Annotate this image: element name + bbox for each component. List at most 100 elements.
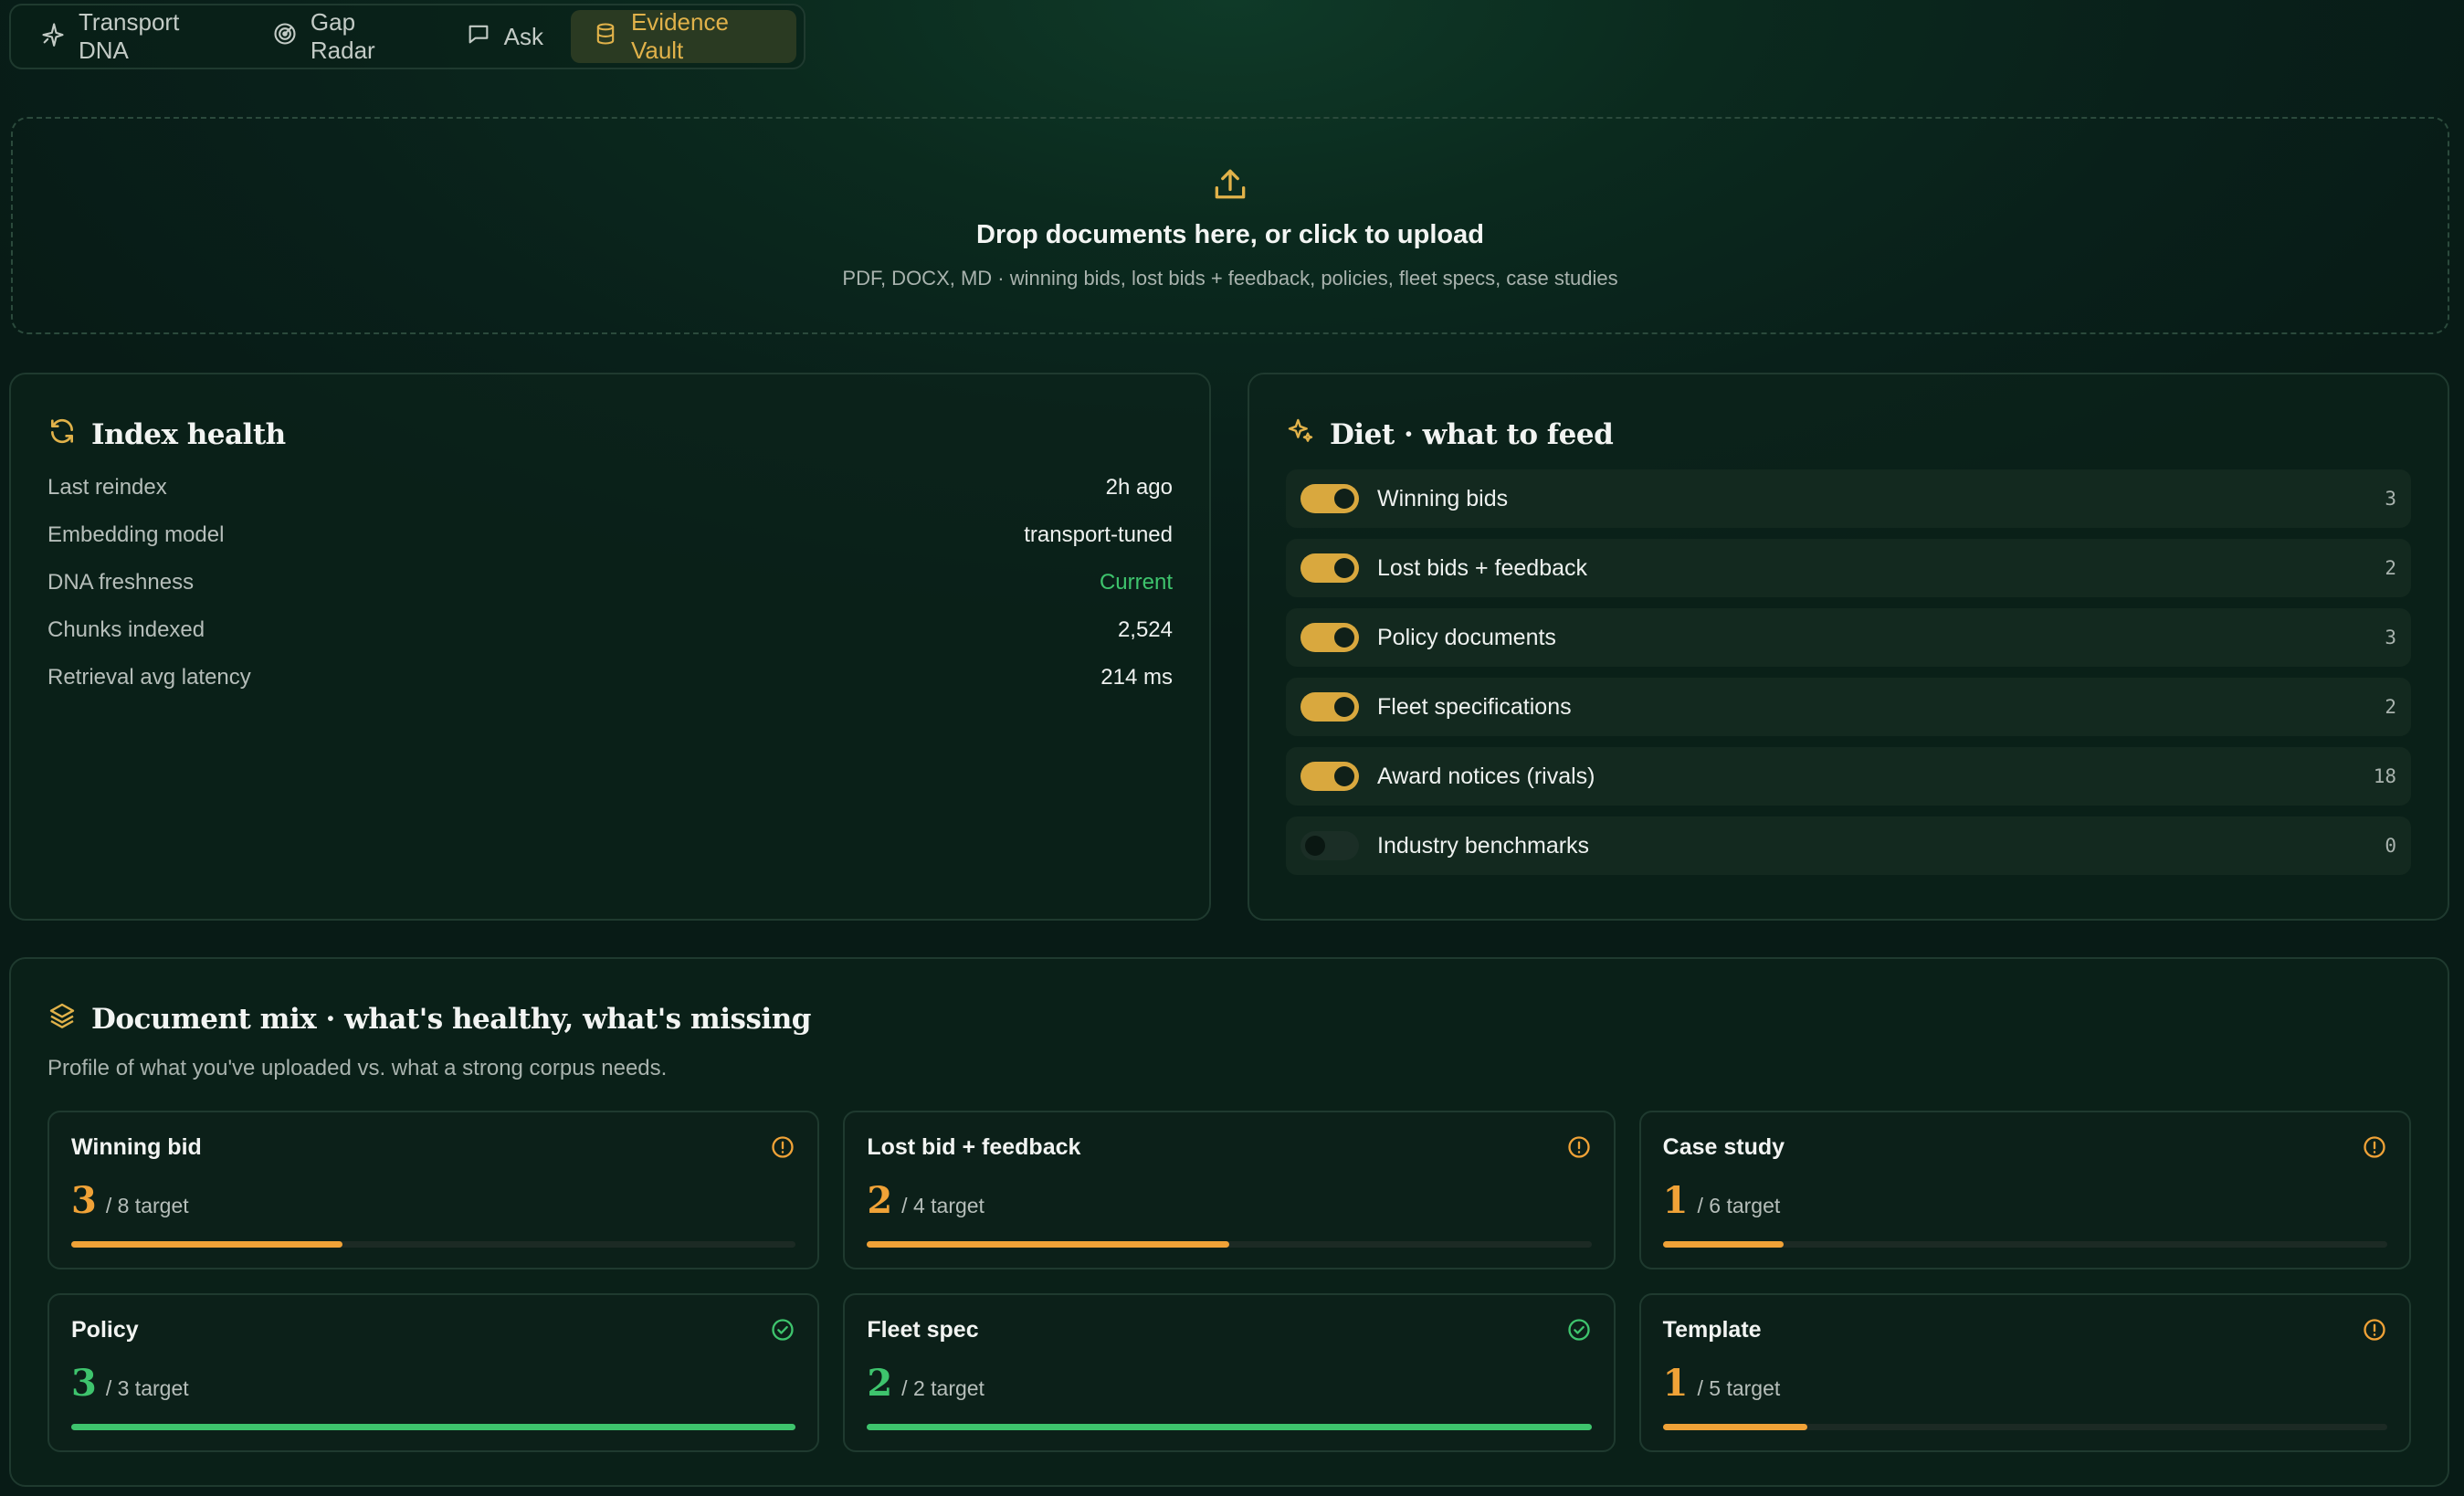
diet-item-award-notices[interactable]: Award notices (rivals) 18 — [1286, 747, 2411, 806]
diet-item-label: Award notices (rivals) — [1377, 763, 1595, 789]
health-value: transport-tuned — [1024, 522, 1173, 547]
diet-item-count: 3 — [2385, 627, 2396, 648]
mix-card-target: / 4 target — [901, 1194, 985, 1217]
progress-fill — [867, 1424, 1592, 1430]
progress-bar — [71, 1241, 796, 1248]
mix-card-count: 3 — [71, 1362, 97, 1405]
tab-gap-radar[interactable]: Gap Radar — [250, 8, 438, 64]
toggle-switch[interactable] — [1300, 623, 1359, 652]
diet-list: Winning bids 3 Lost bids + feedback 2 Po… — [1286, 469, 2411, 875]
document-mix-grid: Winning bid 3 / 8 target Lost bid + feedb… — [47, 1111, 2411, 1452]
diet-heading: Diet · what to feed — [1286, 416, 2411, 453]
diet-item-policy-documents[interactable]: Policy documents 3 — [1286, 608, 2411, 667]
diet-item-label: Lost bids + feedback — [1377, 554, 1588, 581]
health-label: Last reindex — [47, 475, 167, 500]
diet-item-count: 18 — [2373, 765, 2396, 787]
diet-item-lost-bids[interactable]: Lost bids + feedback 2 — [1286, 539, 2411, 597]
mix-card-template: Template 1 / 5 target — [1638, 1293, 2411, 1452]
upload-subtitle: PDF, DOCX, MD · winning bids, lost bids … — [842, 267, 1618, 290]
diet-item-label: Policy documents — [1377, 624, 1556, 650]
diet-item-fleet-specifications[interactable]: Fleet specifications 2 — [1286, 678, 2411, 736]
mix-card-title: Lost bid + feedback — [867, 1134, 1081, 1160]
diet-item-industry-benchmarks[interactable]: Industry benchmarks 0 — [1286, 816, 2411, 875]
mix-card-target: / 3 target — [105, 1376, 189, 1400]
health-label: DNA freshness — [47, 570, 195, 595]
progress-bar — [1662, 1241, 2387, 1248]
diet-title: Diet · what to feed — [1330, 418, 1614, 451]
mix-card-target: / 2 target — [901, 1376, 985, 1400]
sparkle-icon — [40, 21, 66, 53]
diet-item-count: 2 — [2385, 696, 2396, 718]
health-label: Retrieval avg latency — [47, 665, 251, 690]
refresh-icon — [47, 416, 77, 453]
progress-fill — [71, 1241, 343, 1248]
progress-bar — [867, 1241, 1592, 1248]
tab-label: Evidence Vault — [630, 8, 729, 64]
alert-circle-icon — [2362, 1134, 2387, 1160]
toggle-switch[interactable] — [1300, 762, 1359, 791]
health-value: 2,524 — [1117, 617, 1173, 642]
alert-circle-icon — [1566, 1134, 1592, 1160]
progress-bar — [1662, 1424, 2387, 1430]
toggle-switch[interactable] — [1300, 692, 1359, 722]
mix-card-target: / 6 target — [1697, 1194, 1781, 1217]
mix-card-count: 2 — [867, 1362, 893, 1405]
upload-icon — [13, 164, 2448, 209]
mix-card-count: 1 — [1662, 1362, 1689, 1405]
mix-card-policy: Policy 3 / 3 target — [47, 1293, 820, 1452]
progress-bar — [71, 1424, 796, 1430]
mix-card-title: Policy — [71, 1317, 139, 1343]
upload-title: Drop documents here, or click to upload — [976, 220, 1484, 249]
health-value: 2h ago — [1105, 475, 1173, 500]
diet-item-count: 0 — [2385, 835, 2396, 857]
mix-card-count: 3 — [71, 1179, 97, 1222]
document-mix-card: Document mix · what's healthy, what's mi… — [9, 957, 2449, 1487]
tab-label: Ask — [503, 22, 543, 50]
mix-card-title: Winning bid — [71, 1134, 202, 1160]
diet-item-label: Winning bids — [1377, 485, 1509, 511]
health-row-embedding-model: Embedding model transport-tuned — [47, 511, 1173, 559]
sparkles-icon — [1286, 416, 1315, 453]
document-mix-subtitle: Profile of what you've uploaded vs. what… — [47, 1056, 668, 1080]
mix-card-target: / 8 target — [105, 1194, 189, 1217]
upload-dropzone[interactable]: Drop documents here, or click to upload … — [11, 117, 2449, 334]
database-icon — [593, 21, 618, 53]
tab-transport-dna[interactable]: Transport DNA — [18, 8, 245, 64]
health-value: 214 ms — [1100, 665, 1173, 690]
layers-icon — [47, 1001, 77, 1038]
toggle-switch[interactable] — [1300, 831, 1359, 860]
mix-card-lost-bid: Lost bid + feedback 2 / 4 target — [843, 1111, 1616, 1269]
alert-circle-icon — [2362, 1317, 2387, 1343]
health-row-chunks-indexed: Chunks indexed 2,524 — [47, 606, 1173, 654]
health-row-retrieval-latency: Retrieval avg latency 214 ms — [47, 654, 1173, 701]
tab-label: Gap Radar — [310, 8, 375, 64]
mix-card-fleet-spec: Fleet spec 2 / 2 target — [843, 1293, 1616, 1452]
mix-card-winning-bid: Winning bid 3 / 8 target — [47, 1111, 820, 1269]
tab-label: Transport DNA — [79, 8, 180, 64]
radar-icon — [272, 21, 298, 53]
tab-ask[interactable]: Ask — [444, 10, 565, 63]
health-row-dna-freshness: DNA freshness Current — [47, 559, 1173, 606]
mix-card-case-study: Case study 1 / 6 target — [1638, 1111, 2411, 1269]
mix-card-target: / 5 target — [1697, 1376, 1781, 1400]
health-row-last-reindex: Last reindex 2h ago — [47, 464, 1173, 511]
document-mix-title: Document mix · what's healthy, what's mi… — [91, 1003, 811, 1036]
progress-fill — [1662, 1424, 1808, 1430]
tab-evidence-vault[interactable]: Evidence Vault — [570, 8, 796, 64]
toggle-switch[interactable] — [1300, 484, 1359, 513]
progress-bar — [867, 1424, 1592, 1430]
mix-card-count: 2 — [867, 1179, 893, 1222]
progress-fill — [867, 1241, 1229, 1248]
toggle-switch[interactable] — [1300, 553, 1359, 583]
check-circle-icon — [770, 1317, 795, 1343]
top-nav: Transport DNA Gap Radar Ask Evidence Vau… — [9, 4, 806, 69]
health-label: Chunks indexed — [47, 617, 205, 642]
progress-fill — [1662, 1241, 1785, 1248]
index-health-card: Index health Last reindex 2h ago Embeddi… — [9, 373, 1211, 921]
diet-card: Diet · what to feed Winning bids 3 Lost … — [1248, 373, 2449, 921]
health-label: Embedding model — [47, 522, 225, 547]
mix-card-count: 1 — [1662, 1179, 1689, 1222]
index-health-title: Index health — [91, 418, 286, 451]
mix-card-title: Case study — [1662, 1134, 1785, 1160]
diet-item-winning-bids[interactable]: Winning bids 3 — [1286, 469, 2411, 528]
